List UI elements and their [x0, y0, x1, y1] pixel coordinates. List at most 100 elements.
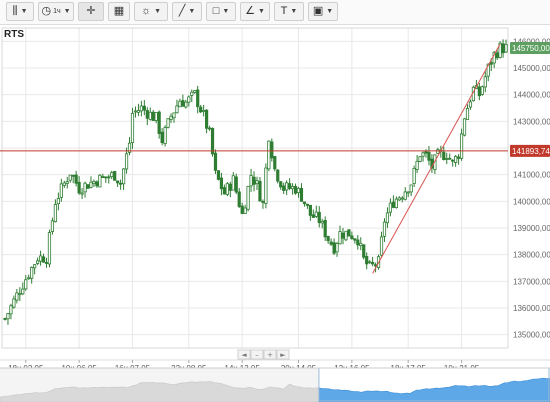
candle-body — [483, 76, 487, 88]
candle-body — [119, 182, 123, 185]
candle-body — [246, 186, 250, 210]
candle-body — [252, 176, 256, 185]
candle-body — [489, 62, 493, 65]
candle-body — [261, 201, 265, 203]
chevron-down-icon: ▼ — [290, 8, 298, 15]
chart-type-button[interactable]: ⫼ ▼ — [6, 2, 34, 21]
text-icon: T — [280, 5, 288, 17]
candle-body — [121, 168, 126, 185]
candle-body — [181, 100, 185, 107]
candle-body — [468, 101, 473, 108]
candle-body — [86, 184, 90, 189]
candle-body — [38, 255, 43, 262]
candle-body — [107, 176, 111, 179]
image-button[interactable]: ▣ ▼ — [308, 2, 338, 21]
candle-body — [382, 221, 387, 237]
candle-body — [350, 235, 354, 240]
candle-body — [451, 159, 455, 162]
candle-body — [305, 203, 310, 206]
candle-body — [95, 181, 99, 187]
candle-body — [308, 204, 312, 216]
y-tick-label: 139000,00 — [513, 224, 550, 233]
candle-body — [264, 167, 268, 204]
interval-button[interactable]: ◷ 1ч ▼ — [38, 2, 74, 21]
chevron-down-icon: ▼ — [257, 8, 265, 15]
candle-body — [409, 184, 413, 193]
candle-body — [436, 149, 440, 154]
candle-body — [3, 318, 7, 320]
candle-body — [178, 100, 182, 108]
candle-body — [267, 140, 271, 170]
candle-body — [124, 153, 129, 170]
candle-body — [166, 118, 170, 128]
interval-label: 1ч — [53, 8, 61, 15]
candle-body — [207, 127, 212, 130]
y-tick-label: 136000,00 — [513, 304, 550, 313]
candle-body — [288, 183, 292, 189]
candle-body — [356, 239, 360, 246]
candle-body — [501, 43, 505, 54]
candle-body — [41, 256, 46, 263]
sun-icon: ☼ — [140, 5, 152, 17]
fib-button[interactable]: ∠ ▼ — [240, 2, 270, 21]
candle-body — [240, 205, 244, 214]
y-tick-label: 135000,00 — [513, 331, 550, 340]
chart-toolbar: ⫼ ▼ ◷ 1ч ▼ ✛ ▦ ☼ ▼ ╱ ▼ □ ▼ ∠ ▼ T ▼ ▣ ▼ — [0, 0, 550, 25]
candle-body — [326, 236, 330, 242]
candle-body — [270, 141, 274, 159]
candle-body — [228, 183, 232, 191]
candle-body — [157, 111, 161, 134]
candle-body — [276, 169, 280, 182]
candle-body — [338, 231, 342, 245]
text-button[interactable]: T ▼ — [274, 2, 304, 21]
candle-body — [279, 181, 283, 188]
candle-body — [285, 182, 289, 191]
candle-body — [190, 91, 194, 96]
candle-body — [234, 176, 238, 193]
indicators-button[interactable]: ☼ ▼ — [134, 2, 168, 21]
candle-body — [65, 181, 69, 184]
candle-body — [193, 90, 197, 93]
candle-body — [225, 183, 229, 195]
candle-body — [237, 191, 241, 207]
candle-body — [142, 105, 146, 111]
draw-line-button[interactable]: ╱ ▼ — [172, 2, 202, 21]
calendar-button[interactable]: ▦ — [108, 2, 130, 21]
navigator[interactable]: ◄ – + ► — [0, 349, 550, 402]
candle-body — [243, 207, 247, 214]
shapes-button[interactable]: □ ▼ — [206, 2, 236, 21]
price-chart: 135000,00 136000,00 137000,00 138000,00 1390… — [0, 27, 550, 402]
chevron-down-icon: ▼ — [188, 8, 196, 15]
candle-body — [139, 105, 143, 112]
candle-body — [53, 204, 58, 223]
candle-body — [184, 101, 188, 108]
candle-body — [219, 177, 224, 190]
candle-body — [113, 171, 117, 181]
candle-body — [391, 201, 395, 208]
candle-body — [83, 182, 87, 193]
candle-body — [172, 112, 176, 119]
candle-body — [495, 52, 499, 59]
candle-body — [148, 111, 152, 120]
candle-body — [196, 89, 200, 108]
candle-body — [116, 180, 120, 184]
square-icon: □ — [212, 5, 220, 17]
candle-body — [320, 220, 324, 224]
candle-body — [15, 292, 19, 301]
candle-body — [258, 180, 262, 202]
candle-body — [130, 112, 135, 143]
candle-body — [33, 264, 37, 269]
candle-body — [296, 187, 301, 194]
candle-body — [421, 152, 425, 157]
candle-body — [406, 191, 410, 194]
candle-body — [341, 232, 345, 239]
candle-body — [175, 105, 179, 114]
chevron-down-icon: ▼ — [20, 8, 28, 15]
candle-body — [202, 109, 206, 112]
candle-body — [412, 167, 416, 184]
navigator-button-glyph: ► — [280, 351, 286, 359]
navigator-button-glyph: ◄ — [241, 351, 247, 359]
candle-body — [359, 242, 363, 246]
y-tick-label: 137000,00 — [513, 277, 550, 286]
crosshair-button[interactable]: ✛ — [78, 2, 104, 21]
